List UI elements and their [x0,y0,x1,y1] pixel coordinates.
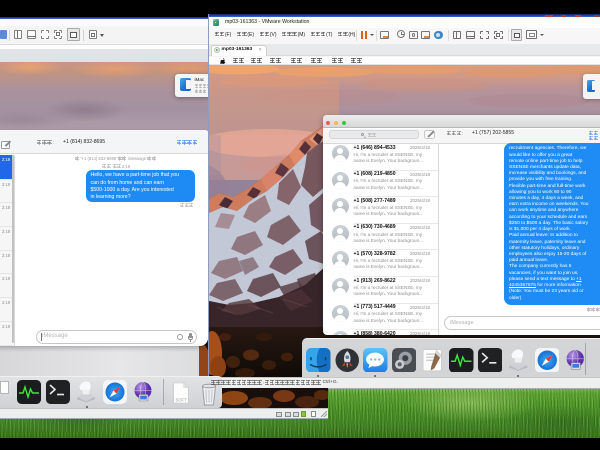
svg-text:SOFT: SOFT [176,397,187,402]
